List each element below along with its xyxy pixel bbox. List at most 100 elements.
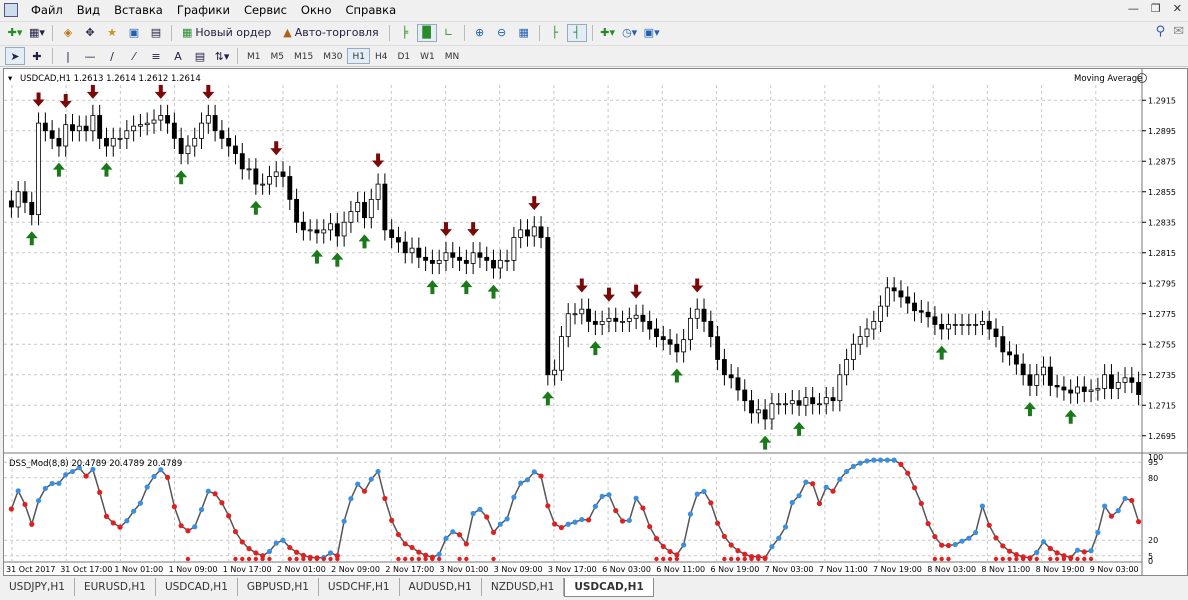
terminal-icon[interactable]: ▣ [124,24,144,42]
chat-icon[interactable]: ✉ [1173,24,1184,39]
periods-icon[interactable]: ◷▾ [620,24,640,42]
profiles-icon[interactable]: ▦▾ [27,24,47,42]
dss-signal-dot [728,556,734,562]
bull-candle [850,343,856,360]
bear-candle [1020,363,1026,376]
navigator-icon[interactable]: ★ [102,24,122,42]
timeframe-m1[interactable]: M1 [242,48,266,64]
bull-candle [497,259,503,269]
timeframe-w1[interactable]: W1 [415,48,440,64]
timeframe-h1[interactable]: H1 [347,48,370,64]
text-label-icon[interactable]: ▤ [190,47,210,65]
timeframe-m15[interactable]: M15 [289,48,318,64]
trendline-icon[interactable]: ∕ [102,47,122,65]
tab-gbpusd[interactable]: GBPUSD,H1 [238,578,319,596]
tab-nzdusd[interactable]: NZDUSD,H1 [482,578,565,596]
menu-charts[interactable]: Графики [170,0,237,20]
bull-candle [837,374,843,402]
dss-dot [647,523,653,530]
bear-candle [647,320,653,330]
time-label: 8 Nov 19:00 [1036,565,1085,574]
chart-canvas[interactable]: 1.2915 1.2895 1.2875 1.2855 1.2835 1.2815 1.27… [4,69,1187,575]
dss-dot [1115,508,1121,514]
menu-insert[interactable]: Вставка [107,0,170,20]
fibonacci-icon[interactable]: ≡ [146,47,166,65]
dss-dot [830,488,836,494]
tab-usdchf[interactable]: USDCHF,H1 [319,578,400,596]
dss-dot [103,513,110,519]
time-label: 2 Nov 09:00 [331,565,380,574]
timeframe-h4[interactable]: H4 [370,48,393,64]
templates-icon[interactable]: ▣▾ [642,24,662,42]
line-chart-icon[interactable]: ∟ [439,24,459,42]
tab-eurusd[interactable]: EURUSD,H1 [75,578,156,596]
sell-arrow-icon [154,84,167,99]
timeframe-m5[interactable]: M5 [266,48,290,64]
dss-dot [144,484,150,490]
data-window-icon[interactable]: ✥ [80,24,100,42]
bull-candle [124,130,130,139]
menu-tools[interactable]: Сервис [237,0,294,20]
search-icon[interactable]: ⚲ [1156,24,1166,39]
dss-line [10,459,1140,559]
autoscroll-icon[interactable]: ┤ [566,23,587,42]
arrows-icon[interactable]: ⇅▾ [212,47,232,65]
zoom-out-icon[interactable]: ⊖ [492,24,512,42]
dss-signal-dot [423,556,428,562]
tab-usdjpy[interactable]: USDJPY,H1 [0,578,75,596]
indicators-icon[interactable]: ✚▾ [598,24,618,42]
autotrading-button[interactable]: ▲ Авто-торговля [278,24,383,42]
bull-candle [328,223,333,231]
dss-dot [993,535,999,541]
dss-signal-dot [735,556,741,562]
close-icon[interactable]: ✕ [1173,2,1182,15]
new-order-button[interactable]: ▦ Новый ордер [177,24,276,42]
menu-file[interactable]: Файл [24,0,70,20]
text-icon[interactable]: A [168,47,188,65]
chart-tabs: USDJPY,H1 EURUSD,H1 USDCAD,H1 GBPUSD,H1 … [0,578,1188,600]
zoom-in-icon[interactable]: ⊕ [470,24,490,42]
horizontal-line-icon[interactable]: — [80,47,100,65]
dss-level-label: 20 [1148,536,1158,545]
chart-triangle-icon: ▾ [8,74,13,84]
menu-help[interactable]: Справка [338,0,403,20]
bear-candle [592,320,598,325]
bull-candle [979,320,985,325]
timeframe-m30[interactable]: M30 [318,48,347,64]
dss-dot [694,491,700,497]
vertical-line-icon[interactable]: | [58,47,78,65]
dss-dot [117,524,123,530]
menu-window[interactable]: Окно [294,0,339,20]
dss-dot [402,541,408,547]
tile-windows-icon[interactable]: ▦ [514,24,534,42]
chart-window[interactable]: 1.2915 1.2895 1.2875 1.2855 1.2835 1.2815 1.27… [3,68,1188,576]
bear-candle [280,171,286,177]
dss-signal-dot [749,556,754,562]
tab-audusd[interactable]: AUDUSD,H1 [400,578,482,596]
crosshair-icon[interactable]: ✚ [27,47,47,65]
cursor-icon[interactable]: ➤ [5,47,25,65]
minimize-icon[interactable]: — [1128,2,1139,15]
dss-dot [1122,495,1128,502]
dss-dot [83,473,89,479]
tester-icon[interactable]: ▤ [146,24,166,42]
price-label: 1.2815 [1148,249,1176,258]
chart-shift-icon[interactable]: ├ [545,24,565,42]
top-right-icons: ⚲ ✉ [1156,24,1184,39]
tab-usdcad[interactable]: USDCAD,H1 [156,578,238,596]
bear-candle [402,241,408,254]
restore-icon[interactable]: ❐ [1151,2,1161,15]
dss-dot [8,506,14,512]
tab-usdcad-active[interactable]: USDCAD,H1 [564,578,654,597]
candlestick-icon[interactable]: █ [416,23,437,42]
channel-icon[interactable]: ⁄ [124,47,144,65]
menu-view[interactable]: Вид [70,0,107,20]
dss-dot [837,476,843,482]
timeframe-mn[interactable]: MN [440,48,465,64]
bull-candle [266,176,272,185]
new-chart-icon[interactable]: ✚▾ [5,24,25,42]
timeframe-d1[interactable]: D1 [392,48,415,64]
bull-candle [973,324,979,326]
bar-chart-icon[interactable]: ╞ [395,24,415,42]
market-watch-icon[interactable]: ◈ [58,24,78,42]
